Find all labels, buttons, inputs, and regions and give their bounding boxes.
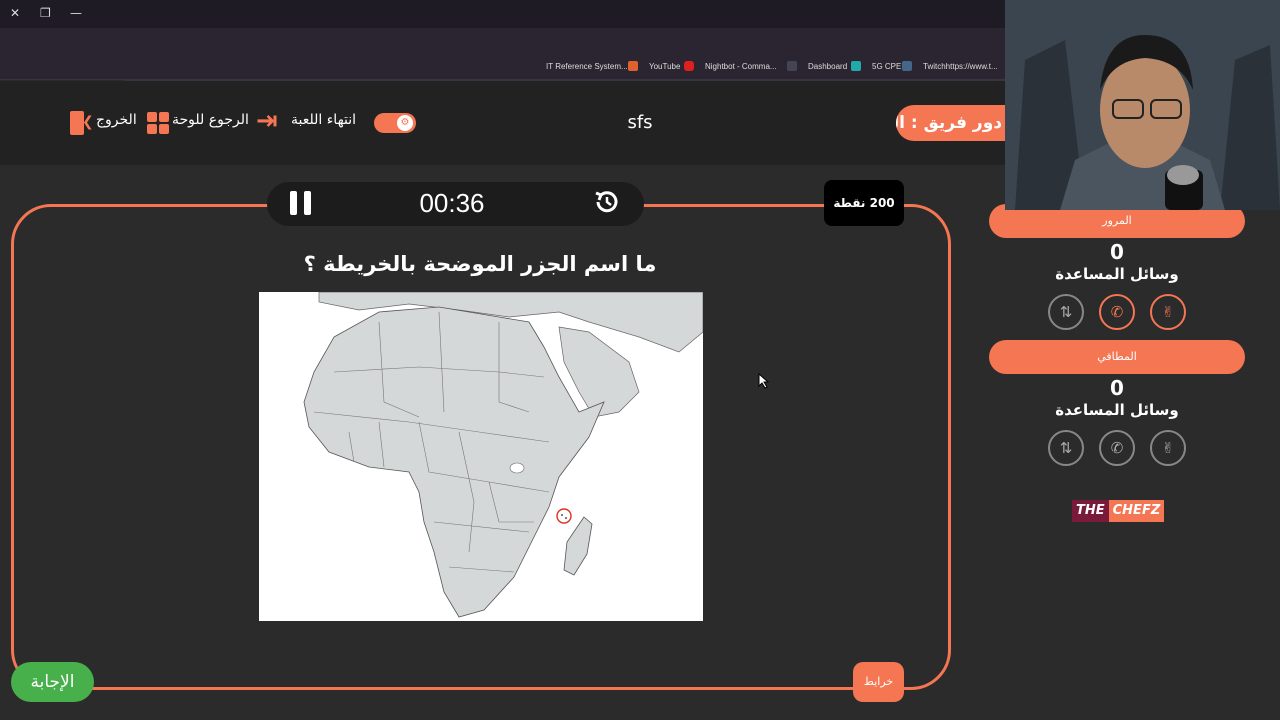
back-to-board-button[interactable]: الرجوع للوحة bbox=[172, 112, 249, 128]
exit-arrow-icon: ❮ bbox=[82, 114, 94, 130]
close-icon[interactable]: ✕ bbox=[10, 6, 20, 20]
board-grid-icon[interactable] bbox=[147, 112, 169, 134]
bookmark-5g-cpe[interactable]: 5G CPE bbox=[872, 62, 901, 71]
webcam-overlay bbox=[1005, 0, 1280, 210]
category-tag: خرايط bbox=[853, 662, 904, 702]
end-game-button[interactable]: انتهاء اللعبة bbox=[291, 112, 356, 128]
game-title: sfs bbox=[627, 112, 653, 133]
swap-icon[interactable]: ✌ bbox=[1150, 294, 1186, 330]
youtube-icon bbox=[684, 61, 694, 71]
two-answers-icon[interactable]: ⇅ bbox=[1048, 294, 1084, 330]
call-icon[interactable]: ✆ bbox=[1099, 430, 1135, 466]
points-badge: 200 نقطة bbox=[824, 180, 904, 226]
aids-label: وسائل المساعدة bbox=[1055, 401, 1179, 419]
settings-toggle[interactable]: ⚙ bbox=[374, 113, 416, 133]
dashboard-icon bbox=[851, 61, 861, 71]
team-score: 0 bbox=[1110, 376, 1124, 400]
show-answer-button[interactable]: الإجابة bbox=[11, 662, 94, 702]
call-icon[interactable]: ✆ bbox=[1099, 294, 1135, 330]
timer-display: 00:36 bbox=[419, 188, 485, 218]
end-arrow-icon[interactable]: ⇥ bbox=[256, 106, 278, 136]
bookmark-twitch[interactable]: Twitchhttps://www.t... bbox=[923, 62, 998, 71]
globe-icon bbox=[902, 61, 912, 71]
sponsor-logo: THE CHEFZ bbox=[1072, 500, 1165, 522]
reset-timer-icon[interactable] bbox=[592, 187, 622, 217]
bookmark-it-reference[interactable]: IT Reference System... bbox=[546, 62, 628, 71]
bookmark-icon bbox=[628, 61, 638, 71]
pause-icon[interactable] bbox=[290, 191, 312, 215]
bookmark-youtube[interactable]: YouTube bbox=[649, 62, 680, 71]
logo-part-1: THE bbox=[1072, 500, 1109, 522]
africa-map-image bbox=[259, 292, 703, 621]
team-score: 0 bbox=[1110, 240, 1124, 264]
exit-button[interactable]: الخروج bbox=[96, 112, 137, 128]
swap-icon[interactable]: ✌ bbox=[1150, 430, 1186, 466]
minimize-icon[interactable]: — bbox=[70, 6, 82, 20]
two-answers-icon[interactable]: ⇅ bbox=[1048, 430, 1084, 466]
bookmark-nightbot[interactable]: Nightbot - Comma... bbox=[705, 62, 777, 71]
bookmark-dashboard[interactable]: Dashboard bbox=[808, 62, 847, 71]
logo-part-2: CHEFZ bbox=[1108, 500, 1165, 522]
question-text: ما اسم الجزر الموضحة بالخريطة ؟ bbox=[303, 252, 657, 276]
team-name-pill: المطافي bbox=[989, 340, 1245, 374]
restore-icon[interactable]: ❐ bbox=[40, 6, 51, 20]
mouse-cursor-icon bbox=[758, 373, 770, 389]
aids-label: وسائل المساعدة bbox=[1055, 265, 1179, 283]
gear-icon: ⚙ bbox=[397, 115, 413, 131]
nightbot-icon bbox=[787, 61, 797, 71]
